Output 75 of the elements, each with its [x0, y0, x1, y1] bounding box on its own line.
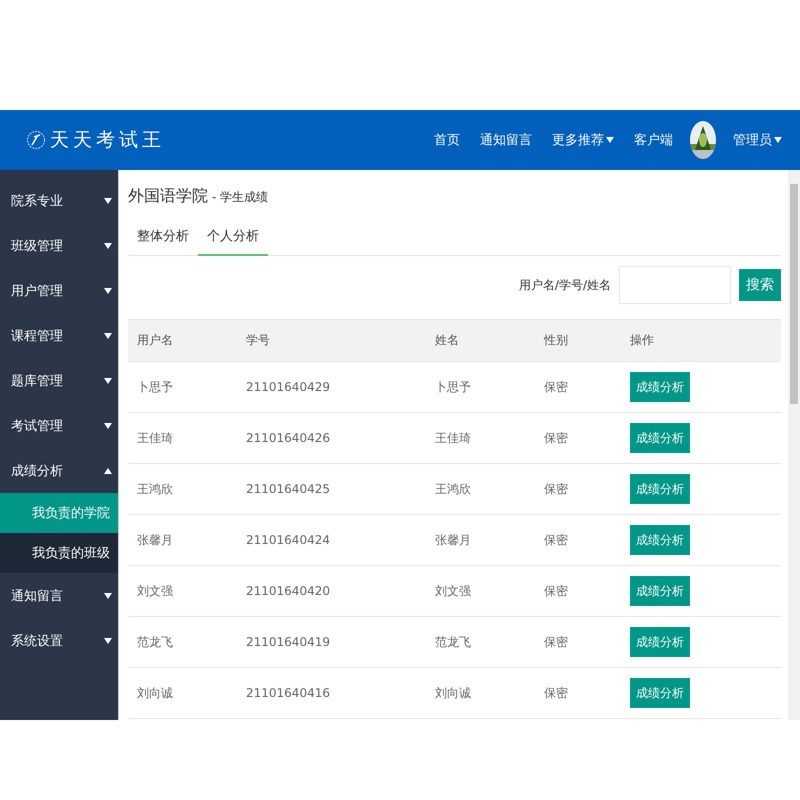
page-title: 外国语学院: [128, 186, 208, 207]
nav-link[interactable]: 更多推荐: [548, 131, 618, 149]
table-cell: 保密: [535, 362, 621, 412]
nav-link[interactable]: 客户端: [630, 131, 677, 149]
table-cell: 刘文强: [426, 566, 535, 616]
caret-down-icon: [104, 638, 112, 644]
caret-up-icon: [104, 468, 112, 474]
logo-text: 天天考试王: [50, 128, 165, 153]
caret-down-icon: [104, 378, 112, 384]
sidebar-item[interactable]: 用户管理: [0, 268, 118, 313]
caret-down-icon: [104, 592, 112, 598]
table-cell: 21101640416: [237, 668, 426, 718]
table-cell: 王鸿欣: [128, 464, 237, 514]
sidebar-subitem[interactable]: 我负责的学院: [0, 493, 118, 533]
caret-down-icon: [104, 198, 112, 204]
tab[interactable]: 个人分析: [198, 221, 268, 256]
search-label: 用户名/学号/姓名: [518, 276, 611, 294]
column-header: 操作: [621, 320, 781, 362]
table-cell: 保密: [535, 514, 621, 566]
table-cell: 刘文强: [128, 566, 237, 616]
sidebar-item[interactable]: 考试管理: [0, 403, 118, 448]
analysis-button[interactable]: 成绩分析: [630, 474, 690, 504]
table-cell: 21101640420: [237, 566, 426, 616]
table-cell: 张馨月: [426, 514, 535, 566]
sidebar-item[interactable]: 系统设置: [0, 618, 118, 663]
sidebar-item[interactable]: 课程管理: [0, 313, 118, 358]
column-header: 学号: [237, 320, 426, 362]
sidebar-item[interactable]: 通知留言: [0, 573, 118, 618]
table-cell: 范龙飞: [128, 616, 237, 668]
table-cell: 王佳琦: [128, 412, 237, 464]
search-button[interactable]: 搜索: [739, 269, 781, 301]
column-header: 用户名: [128, 320, 237, 362]
analysis-button[interactable]: 成绩分析: [630, 576, 690, 606]
table-cell: 21101640429: [237, 362, 426, 412]
analysis-button[interactable]: 成绩分析: [630, 627, 690, 657]
caret-down-icon: [104, 242, 112, 248]
table-cell: 21101640426: [237, 412, 426, 464]
tab[interactable]: 整体分析: [128, 221, 198, 256]
sidebar-item[interactable]: 成绩分析: [0, 448, 118, 493]
caret-down-icon: [104, 288, 112, 294]
caret-down-icon: [104, 422, 112, 428]
column-header: 姓名: [426, 320, 535, 362]
nav-link[interactable]: 首页: [430, 131, 464, 149]
sidebar-item[interactable]: 题库管理: [0, 358, 118, 403]
logo-icon: [26, 129, 46, 151]
table-cell: 张馨月: [128, 514, 237, 566]
table-cell: 刘向诚: [128, 668, 237, 718]
table-cell: 刘向诚: [426, 668, 535, 718]
table-cell: 卜思予: [426, 362, 535, 412]
column-header: 性别: [535, 320, 621, 362]
table-cell: 保密: [535, 668, 621, 718]
analysis-button[interactable]: 成绩分析: [630, 525, 690, 555]
sidebar-item[interactable]: 院系专业: [0, 178, 118, 223]
analysis-button[interactable]: 成绩分析: [630, 678, 690, 708]
nav-link[interactable]: 通知留言: [476, 131, 536, 149]
search-field[interactable]: [619, 266, 731, 304]
sidebar-item[interactable]: 班级管理: [0, 223, 118, 268]
table-cell: 范龙飞: [426, 616, 535, 668]
table-cell: 保密: [535, 616, 621, 668]
table-cell: 王佳琦: [426, 412, 535, 464]
table-cell: 保密: [535, 412, 621, 464]
table-cell: 21101640425: [237, 464, 426, 514]
user-menu[interactable]: 管理员: [729, 131, 786, 149]
caret-down-icon: [104, 332, 112, 338]
table-cell: 保密: [535, 566, 621, 616]
page-subtitle: - 学生成绩: [212, 189, 268, 206]
analysis-button[interactable]: 成绩分析: [630, 423, 690, 453]
table-cell: 保密: [535, 464, 621, 514]
sidebar-subitem[interactable]: 我负责的班级: [0, 533, 118, 573]
analysis-button[interactable]: 成绩分析: [630, 372, 690, 402]
table-cell: 21101640419: [237, 616, 426, 668]
table-cell: 王鸿欣: [426, 464, 535, 514]
table-cell: 卜思予: [128, 362, 237, 412]
scrollbar[interactable]: [788, 170, 800, 720]
table-cell: 21101640424: [237, 514, 426, 566]
